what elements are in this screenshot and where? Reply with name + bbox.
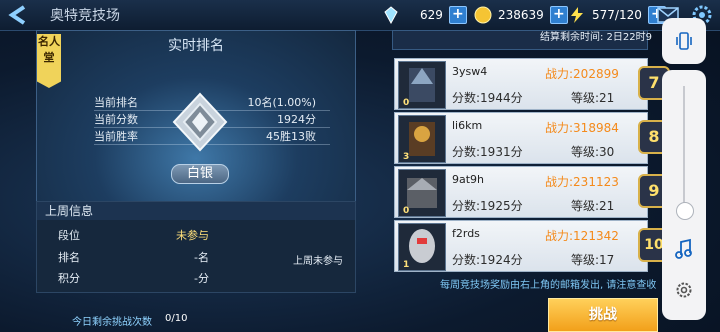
music-note-icon[interactable] xyxy=(674,238,694,260)
level-badge: 3 xyxy=(403,152,410,162)
list-item[interactable]: 0 9at9h 战力:231123 分数:1925分 等级:21 xyxy=(394,166,648,218)
player-score: 分数:1925分 xyxy=(452,199,523,213)
settlement-countdown: 结算剩余时间: 2日22时9 xyxy=(540,32,652,43)
player-power: 战力:202899 xyxy=(545,67,619,81)
avatar: 1 xyxy=(398,223,446,271)
energy-count: 577/120 xyxy=(592,8,642,22)
player-grade: 等级:17 xyxy=(571,253,615,267)
stat-label: 当前排名 xyxy=(94,96,138,109)
player-name: li6km xyxy=(452,119,483,132)
volume-panel xyxy=(662,70,706,320)
stat-label: 当前分数 xyxy=(94,113,138,126)
player-power: 战力:231123 xyxy=(545,175,619,189)
player-name: f2rds xyxy=(452,227,480,240)
challenge-button[interactable]: 挑战 xyxy=(548,298,658,332)
volume-slider-thumb[interactable] xyxy=(676,202,694,220)
rank-tier-label: 白银 xyxy=(171,164,229,184)
player-grade: 等级:21 xyxy=(571,199,615,213)
volume-track xyxy=(683,86,685,210)
remaining-challenges-label: 今日剩余挑战次数 xyxy=(72,317,152,328)
energy-counter: 577/120 + xyxy=(568,5,666,25)
lw-value-rank: -名 xyxy=(194,251,209,264)
stat-value: 1924分 xyxy=(277,113,316,126)
player-power: 战力:318984 xyxy=(545,121,619,135)
player-grade: 等级:30 xyxy=(571,145,615,159)
vibrate-toggle[interactable] xyxy=(662,18,706,64)
silver-rank-badge-icon xyxy=(172,92,228,152)
lw-value-points: -分 xyxy=(194,272,209,285)
weekly-reward-notice: 每周竞技场奖励由右上角的邮箱发出, 请注意查收 xyxy=(440,280,657,291)
avatar: 0 xyxy=(398,169,446,217)
remaining-challenges-value: 0/10 xyxy=(165,313,188,324)
diamond-count: 629 xyxy=(420,8,443,22)
level-badge: 0 xyxy=(403,98,410,108)
player-name: 3ysw4 xyxy=(452,65,488,78)
add-coin-button[interactable]: + xyxy=(549,6,568,24)
player-name: 9at9h xyxy=(452,173,485,186)
player-grade: 等级:21 xyxy=(571,91,615,105)
hall-of-fame-label: 名人堂 xyxy=(38,35,60,64)
stat-label: 当前胜率 xyxy=(94,130,138,143)
top-bar: 奥特竞技场 629 + 238639 + 577/120 + xyxy=(0,0,720,31)
player-score: 分数:1944分 xyxy=(452,91,523,105)
level-badge: 1 xyxy=(403,260,410,270)
lw-label-rank: 排名 xyxy=(58,251,80,264)
diamond-icon xyxy=(384,6,398,24)
coin-icon xyxy=(474,6,492,24)
coin-counter: 238639 + xyxy=(474,5,568,25)
stat-value: 45胜13败 xyxy=(266,130,316,143)
player-score: 分数:1924分 xyxy=(452,253,523,267)
last-week-title: 上周信息 xyxy=(37,202,355,220)
lw-label-tier: 段位 xyxy=(58,229,80,242)
list-item[interactable]: 0 3ysw4 战力:202899 分数:1944分 等级:21 xyxy=(394,58,648,110)
lightning-icon xyxy=(571,7,583,23)
hall-of-fame-button[interactable]: 名人堂 xyxy=(37,34,61,88)
last-week-note: 上周未参与 xyxy=(293,256,343,267)
page-title: 奥特竞技场 xyxy=(50,8,120,24)
vibrate-icon xyxy=(676,32,692,50)
diamond-counter: 629 + xyxy=(382,5,467,25)
back-arrow-icon[interactable] xyxy=(6,5,34,25)
player-power: 战力:121342 xyxy=(545,229,619,243)
list-item[interactable]: 3 li6km 战力:318984 分数:1931分 等级:30 xyxy=(394,112,648,164)
settings-icon[interactable] xyxy=(674,280,694,300)
avatar: 0 xyxy=(398,61,446,109)
avatar: 3 xyxy=(398,115,446,163)
stat-value: 10名(1.00%) xyxy=(247,96,316,109)
list-item[interactable]: 1 f2rds 战力:121342 分数:1924分 等级:17 xyxy=(394,220,648,272)
level-badge: 0 xyxy=(403,206,410,216)
panel-title: 实时排名 xyxy=(168,38,224,54)
coin-count: 238639 xyxy=(498,8,544,22)
lw-value-tier: 未参与 xyxy=(176,229,209,242)
player-score: 分数:1931分 xyxy=(452,145,523,159)
lw-label-points: 积分 xyxy=(58,272,80,285)
add-diamond-button[interactable]: + xyxy=(448,6,467,24)
